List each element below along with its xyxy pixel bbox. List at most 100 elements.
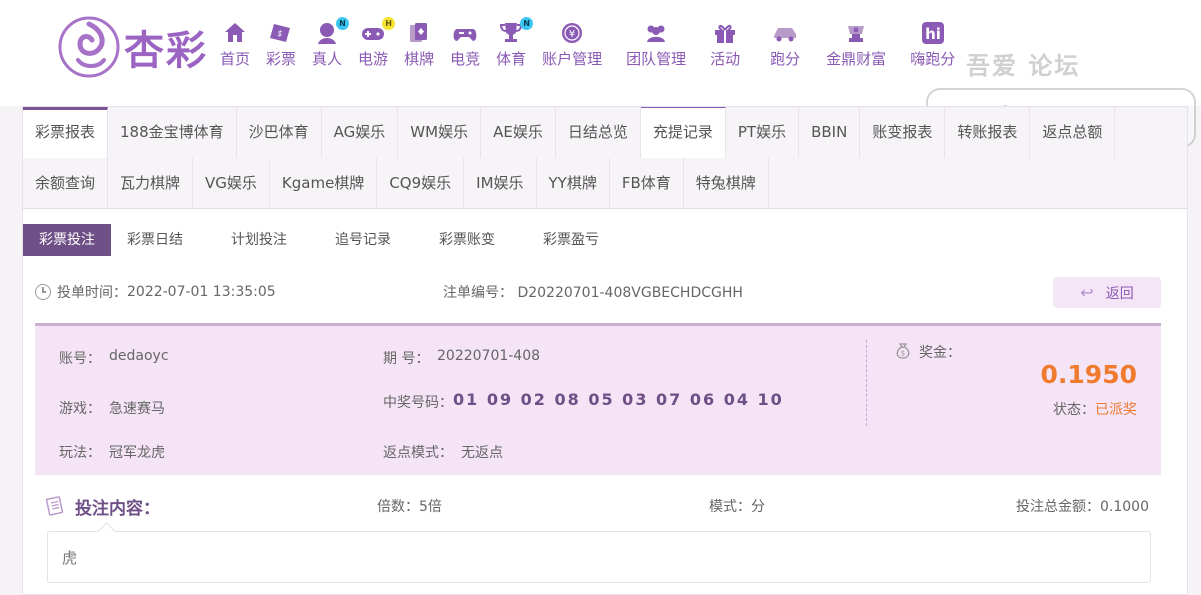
- detail-card-wave-edge: [35, 467, 1161, 474]
- nav-item-8[interactable]: ¥ 账户管理: [534, 20, 610, 74]
- trophy-icon: N: [497, 17, 534, 46]
- nav-item-12[interactable]: 金鼎财富: [818, 20, 894, 74]
- back-button[interactable]: ↩ 返回: [1053, 277, 1161, 308]
- bet-time-label: 投单时间：: [57, 285, 127, 301]
- nav-badge: N: [336, 17, 350, 30]
- lottery-sub-tabs: 彩票投注 彩票日结 计划投注 追号记录 彩票账变 彩票盈亏: [23, 224, 631, 256]
- report-tab-9[interactable]: PT娱乐: [726, 107, 800, 158]
- svg-text:$: $: [901, 350, 905, 358]
- nav-label: 金鼎财富: [826, 50, 887, 68]
- svg-text:¥: ¥: [569, 29, 575, 40]
- bet-content-box: 虎: [47, 531, 1151, 583]
- issue-value: 20220701-408: [437, 348, 541, 364]
- running-car-icon: [771, 20, 799, 46]
- svg-text:hi: hi: [925, 25, 941, 43]
- report-tab-row2-8[interactable]: FB体育: [610, 158, 684, 209]
- report-tab-6[interactable]: AE娱乐: [481, 107, 556, 158]
- report-tab-row2-5[interactable]: CQ9娱乐: [377, 158, 465, 209]
- team-icon: [642, 20, 670, 46]
- nav-item-10[interactable]: 活动: [702, 20, 748, 74]
- treasure-icon: [842, 20, 870, 46]
- report-tab-10[interactable]: BBIN: [799, 107, 861, 158]
- report-tab-row2-3[interactable]: VG娱乐: [193, 158, 270, 209]
- brand-emblem-icon: [58, 16, 120, 78]
- main-nav: 首页 $ 彩票 N 真人 H 电游 棋牌 电竞 N 体育 ¥ 账户管理 团队管理 活动 跑分 金鼎财富 hi 嗨跑分: [212, 17, 963, 74]
- nav-item-7[interactable]: N 体育: [488, 17, 534, 74]
- report-tab-12[interactable]: 转账报表: [945, 107, 1031, 158]
- account-value: dedaoyc: [109, 348, 169, 364]
- sub-tab-2[interactable]: 彩票日结: [111, 224, 199, 256]
- report-tab-row2-6[interactable]: IM娱乐: [464, 158, 537, 209]
- nav-label: 电竞: [450, 50, 481, 68]
- report-tab-13[interactable]: 返点总额: [1030, 107, 1116, 158]
- winning-number-value: 01 09 02 08 05 03 07 06 04 10: [453, 390, 784, 409]
- report-tab-row2-4[interactable]: Kgame棋牌: [270, 158, 378, 209]
- report-tab-row2-2[interactable]: 瓦力棋牌: [108, 158, 194, 209]
- nav-label: 跑分: [770, 50, 801, 68]
- yen-coin-icon: ¥: [558, 20, 586, 46]
- nav-item-9[interactable]: 团队管理: [618, 20, 694, 74]
- nav-item-13[interactable]: hi 嗨跑分: [902, 20, 963, 74]
- report-tab-4[interactable]: AG娱乐: [322, 107, 399, 158]
- report-tab-row2-7[interactable]: YY棋牌: [537, 158, 610, 209]
- live-dealer-icon: N: [313, 17, 350, 46]
- bet-multiple: 倍数：5倍: [377, 499, 442, 515]
- back-arrow-icon: ↩: [1080, 283, 1094, 302]
- bet-mode: 模式：分: [709, 499, 765, 515]
- nav-item-3[interactable]: N 真人: [304, 17, 350, 74]
- brand-name: 杏彩: [124, 27, 208, 74]
- nav-label: 体育: [496, 50, 527, 68]
- report-tabs-row-1: 彩票报表 188金宝博体育 沙巴体育 AG娱乐 WM娱乐 AE娱乐 日结总览 充提记录 PT娱乐…: [23, 107, 1187, 158]
- gamepad-icon: H: [359, 17, 396, 46]
- nav-item-5[interactable]: 棋牌: [396, 20, 442, 74]
- order-number-label: 注单编号：: [443, 285, 513, 301]
- clock-icon: [35, 284, 51, 300]
- report-tab-row2-1[interactable]: 余额查询: [23, 158, 109, 209]
- report-tab-11[interactable]: 账变报表: [860, 107, 946, 158]
- game-value: 急速赛马: [109, 401, 165, 417]
- order-number: 注单编号： D20220701-408VGBECHDCGHH: [443, 282, 743, 302]
- detail-divider: [866, 340, 867, 426]
- nav-label: 嗨跑分: [910, 50, 956, 68]
- sub-tab-6[interactable]: 彩票盈亏: [527, 224, 615, 256]
- prize-label: 奖金：: [919, 345, 961, 361]
- nav-item-4[interactable]: H 电游: [350, 17, 396, 74]
- report-tab-3[interactable]: 沙巴体育: [237, 107, 322, 158]
- report-tab-1[interactable]: 彩票报表: [23, 107, 109, 158]
- back-button-label: 返回: [1105, 285, 1134, 302]
- report-tab-2[interactable]: 188金宝博体育: [108, 107, 237, 158]
- play-label: 玩法：: [59, 445, 101, 461]
- nav-item-11[interactable]: 跑分: [762, 20, 808, 74]
- nav-label: 彩票: [266, 50, 297, 68]
- report-tab-7[interactable]: 日结总览: [556, 107, 641, 158]
- bet-detail-card: 账号： dedaoyc 期 号： 20220701-408 游戏： 急速赛马 中…: [35, 323, 1161, 475]
- account-label: 账号：: [59, 351, 101, 367]
- report-tabs: 彩票报表 188金宝博体育 沙巴体育 AG娱乐 WM娱乐 AE娱乐 日结总览 充提记录 PT娱乐…: [23, 107, 1187, 209]
- rebate-value: 无返点: [461, 445, 503, 461]
- report-panel: 彩票报表 188金宝博体育 沙巴体育 AG娱乐 WM娱乐 AE娱乐 日结总览 充提记录 PT娱乐…: [22, 106, 1188, 595]
- report-tab-8[interactable]: 充提记录: [640, 107, 726, 158]
- status-label: 状态：: [1053, 402, 1095, 418]
- nav-label: 首页: [220, 50, 251, 68]
- sub-tab-5[interactable]: 彩票账变: [423, 224, 511, 256]
- issue-label: 期 号：: [383, 351, 430, 367]
- watermark-top-text: 吾爱 论坛: [966, 52, 1081, 80]
- sub-tab-4[interactable]: 追号记录: [319, 224, 407, 256]
- brand-logo[interactable]: 杏彩: [58, 14, 218, 80]
- nav-label: 账户管理: [542, 50, 603, 68]
- bet-time-value: 2022-07-01 13:35:05: [127, 284, 276, 300]
- nav-label: 活动: [710, 50, 741, 68]
- hi-logo-icon: hi: [919, 20, 947, 46]
- report-tab-row2-9[interactable]: 特兔棋牌: [684, 158, 769, 209]
- nav-item-1[interactable]: 首页: [212, 20, 258, 74]
- report-tab-5[interactable]: WM娱乐: [398, 107, 482, 158]
- bet-content-header: 投注内容： 倍数：5倍 模式：分 投注总金额：0.1000: [43, 491, 1149, 521]
- nav-item-2[interactable]: $ 彩票: [258, 20, 304, 74]
- sub-tab-3[interactable]: 计划投注: [215, 224, 303, 256]
- winning-number-label: 中奖号码：: [383, 395, 453, 411]
- sub-tab-1[interactable]: 彩票投注: [23, 224, 111, 256]
- money-bag-icon: $: [896, 343, 910, 359]
- nav-item-6[interactable]: 电竞: [442, 20, 488, 74]
- note-icon: [45, 496, 64, 516]
- nav-label: 棋牌: [404, 50, 435, 68]
